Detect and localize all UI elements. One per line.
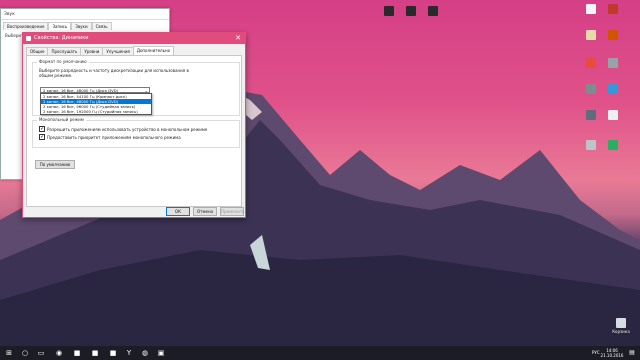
desktop-icon-3[interactable] (418, 6, 448, 17)
shortcut-icon (608, 58, 618, 68)
shortcut-icon (586, 58, 596, 68)
tab-levels[interactable]: Уровни (80, 47, 104, 55)
tab-sounds[interactable]: Звуки (71, 22, 92, 30)
tab-enhancements[interactable]: Улучшения (102, 47, 134, 55)
default-format-title: Формат по умолчанию (37, 59, 89, 64)
app-icon-6[interactable]: ◍ (140, 348, 150, 358)
exclusive-priority-checkbox[interactable]: ✔ Предоставить приоритет приложениям мон… (39, 134, 181, 140)
tab-advanced[interactable]: Дополнительно (132, 46, 175, 55)
shortcut-icon (428, 6, 438, 16)
shortcut-icon (406, 6, 416, 16)
shortcut-icon (586, 140, 596, 150)
app-icon-3[interactable]: ■ (90, 348, 100, 358)
task-view-icon[interactable]: ▭ (36, 348, 46, 358)
default-format-group: Формат по умолчанию Выберите разрядность… (32, 59, 240, 116)
notification-center-icon[interactable]: ▤ (628, 349, 636, 357)
apply-button[interactable]: Применить (220, 207, 245, 216)
sound-window-title: Звук (4, 11, 15, 17)
format-dropdown-list: 2 канал, 16 бит, 44100 Гц (Компакт-диск)… (40, 93, 152, 115)
dialog-title: Свойства: Динамики (34, 35, 89, 41)
recycle-bin[interactable]: Корзина (606, 318, 636, 334)
shortcut-icon (586, 110, 596, 120)
clock[interactable]: 14:06 21.10.2016 (600, 348, 624, 358)
default-format-description: Выберите разрядность и частоту дискретиз… (39, 68, 189, 78)
shortcut-icon (608, 110, 618, 120)
language-indicator[interactable]: РУС (592, 350, 600, 355)
tab-recording[interactable]: Запись (48, 22, 72, 30)
dialog-tabs: Общие Прослушать Уровни Улучшения Дополн… (26, 46, 242, 55)
shortcut-icon (608, 4, 618, 14)
desktop-icon-11[interactable] (598, 84, 628, 95)
cancel-button[interactable]: Отмена (193, 207, 217, 216)
start-icon[interactable]: ⊞ (4, 348, 14, 358)
speaker-properties-dialog: Свойства: Динамики ✕ Общие Прослушать Ур… (22, 32, 246, 218)
app-icon-5[interactable]: Y (124, 348, 134, 358)
shortcut-icon (586, 4, 596, 14)
recycle-bin-icon (616, 318, 626, 328)
restore-defaults-button[interactable]: По умолчанию (35, 160, 75, 169)
desktop-icon-9[interactable] (598, 58, 628, 69)
taskbar: ⊞ ○ ▭ ◉ ■ ■ ■ Y ◍ ▣ РУС 14:06 21.10.2016 ▤ (0, 346, 640, 360)
sound-window-tabs: Воспроизведение Запись Звуки Связь (1, 20, 169, 30)
sound-window-titlebar[interactable]: Звук (1, 9, 169, 20)
exclusive-mode-group: Монопольный режим ✔ Разрешить приложения… (32, 117, 240, 148)
dialog-titlebar[interactable]: Свойства: Динамики ✕ (23, 33, 245, 44)
app-icon-2[interactable]: ■ (72, 348, 82, 358)
recycle-bin-label: Корзина (612, 329, 630, 334)
check-icon: ✔ (39, 126, 45, 132)
desktop-icon-13[interactable] (598, 110, 628, 121)
tab-listen[interactable]: Прослушать (47, 47, 82, 55)
advanced-panel: Формат по умолчанию Выберите разрядность… (26, 55, 242, 207)
app-icon-4[interactable]: ■ (108, 348, 118, 358)
tab-playback[interactable]: Воспроизведение (3, 22, 49, 30)
app-icon-7[interactable]: ▣ (156, 348, 166, 358)
allow-exclusive-label: Разрешить приложениям использовать устро… (47, 126, 208, 132)
app-icon-1[interactable]: ◉ (54, 348, 64, 358)
tab-general[interactable]: Общие (26, 47, 49, 55)
shortcut-icon (384, 6, 394, 16)
shortcut-icon (608, 84, 618, 94)
ok-button[interactable]: ОК (166, 207, 190, 216)
desktop-icon-7[interactable] (598, 30, 628, 41)
search-icon[interactable]: ○ (20, 348, 30, 358)
tab-communications[interactable]: Связь (91, 22, 112, 30)
allow-exclusive-checkbox[interactable]: ✔ Разрешить приложениям использовать уст… (39, 126, 207, 132)
desktop-icon-15[interactable] (598, 140, 628, 151)
desktop-icon-5[interactable] (598, 4, 628, 15)
shortcut-icon (608, 30, 618, 40)
close-icon[interactable]: ✕ (233, 34, 243, 43)
shortcut-icon (586, 84, 596, 94)
check-icon: ✔ (39, 134, 45, 140)
speaker-icon (26, 36, 31, 41)
shortcut-icon (586, 30, 596, 40)
clock-date: 21.10.2016 (600, 353, 624, 358)
shortcut-icon (608, 140, 618, 150)
format-option[interactable]: 2 канал, 16 бит, 192000 Гц (Студийная за… (41, 109, 151, 114)
exclusive-mode-title: Монопольный режим (37, 117, 86, 122)
exclusive-priority-label: Предоставить приоритет приложениям моноп… (47, 134, 181, 140)
